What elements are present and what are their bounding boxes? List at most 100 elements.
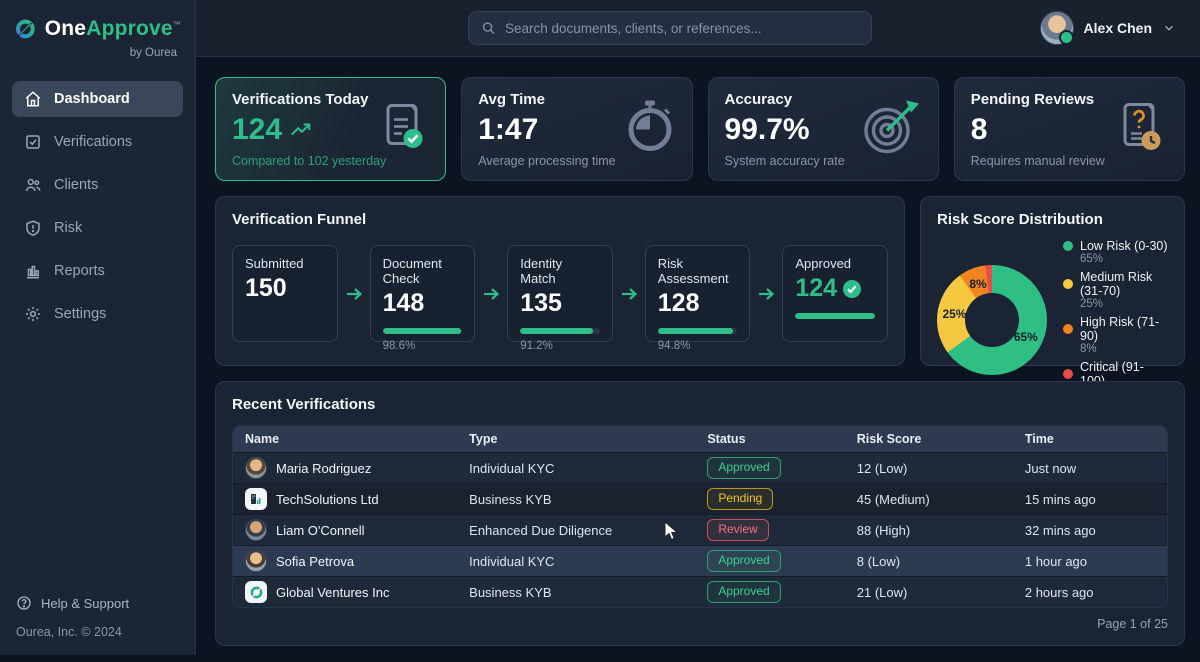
people-icon (24, 176, 42, 194)
sidebar-item-label: Clients (54, 177, 98, 193)
home-icon (24, 90, 42, 108)
progress-bar (383, 328, 463, 334)
stat-value: 8 (971, 113, 988, 147)
status-badge: Pending (707, 488, 773, 510)
sidebar-item-label: Settings (54, 306, 106, 322)
stat-card-avg-time: Avg Time 1:47 Average processing time (461, 77, 692, 181)
sidebar-item-label: Reports (54, 263, 105, 279)
legend-label: High Risk (71-90) (1080, 315, 1168, 343)
verification-funnel-panel: Verification Funnel Submitted 150 Docume… (215, 196, 905, 366)
table-row[interactable]: TechSolutions Ltd Business KYB Pending 4… (233, 484, 1167, 515)
stat-cards-row: Verifications Today 124 Compared to 102 … (215, 77, 1185, 181)
middle-row: Verification Funnel Submitted 150 Docume… (215, 196, 1185, 366)
legend-label: Medium Risk (31-70) (1080, 270, 1168, 298)
sidebar-item-label: Risk (54, 220, 82, 236)
client-name: TechSolutions Ltd (276, 492, 379, 507)
risk-score: 88 (High) (845, 515, 1013, 546)
time-ago: 2 hours ago (1013, 577, 1167, 608)
step-value: 135 (520, 289, 562, 318)
step-value: 128 (658, 289, 700, 318)
column-header-risk-score[interactable]: Risk Score (845, 426, 1013, 453)
arrow-right-icon (757, 286, 775, 302)
risk-score: 45 (Medium) (845, 484, 1013, 515)
gear-icon (24, 305, 42, 323)
status-badge: Approved (707, 550, 780, 572)
sidebar-item-label: Verifications (54, 134, 132, 150)
table-row[interactable]: Liam O'Connell Enhanced Due Diligence Re… (233, 515, 1167, 546)
copyright-text: Ourea, Inc. © 2024 (16, 625, 179, 639)
brand-logo[interactable]: OneApprove™ by Ourea (0, 0, 195, 67)
funnel-step-approved: Approved 124 (782, 245, 888, 342)
sidebar-item-risk[interactable]: Risk (12, 210, 183, 246)
logo-swirl-icon (14, 12, 37, 46)
stat-card-pending-reviews: Pending Reviews 8 Requires manual review (954, 77, 1185, 181)
time-ago: Just now (1013, 453, 1167, 484)
sidebar-item-reports[interactable]: Reports (12, 253, 183, 289)
sidebar-item-clients[interactable]: Clients (12, 167, 183, 203)
bar-chart-icon (24, 262, 42, 280)
verification-type: Business KYB (457, 577, 695, 608)
table-row[interactable]: Global Ventures Inc Business KYB Approve… (233, 577, 1167, 608)
step-percentage: 94.8% (658, 340, 738, 352)
stat-value: 124 (232, 113, 282, 147)
funnel-step-risk-assessment: Risk Assessment 128 94.8% (645, 245, 751, 342)
stat-card-accuracy: Accuracy 99.7% System accuracy rate (708, 77, 939, 181)
help-support-label: Help & Support (41, 596, 129, 611)
client-name: Liam O'Connell (276, 523, 364, 538)
legend-label: Low Risk (0-30) (1080, 239, 1168, 253)
column-header-type[interactable]: Type (457, 426, 695, 453)
time-ago: 15 mins ago (1013, 484, 1167, 515)
global-search[interactable] (468, 11, 872, 45)
main-area: Alex Chen Verifications Today 124 Compar… (196, 0, 1200, 655)
table-header-row: Name Type Status Risk Score Time (233, 426, 1167, 453)
table-title: Recent Verifications (232, 396, 1168, 413)
sidebar: OneApprove™ by Ourea Dashboard Verificat… (0, 0, 196, 655)
column-header-status[interactable]: Status (695, 426, 844, 453)
target-arrow-icon (861, 97, 923, 162)
sidebar-nav: Dashboard Verifications Clients Risk Rep… (0, 81, 195, 332)
funnel-steps: Submitted 150 Document Check 148 98.6% (232, 245, 888, 342)
recent-verifications-panel: Recent Verifications Name Type Status Ri… (215, 381, 1185, 646)
trend-up-icon (290, 122, 312, 138)
status-badge: Review (707, 519, 768, 541)
help-support-link[interactable]: Help & Support (16, 595, 179, 611)
stat-value: 99.7% (725, 113, 810, 147)
arrow-right-icon (620, 286, 638, 302)
step-value: 148 (383, 289, 425, 318)
column-header-name[interactable]: Name (233, 426, 457, 453)
verification-type: Enhanced Due Diligence (457, 515, 695, 546)
question-circle-icon (16, 595, 32, 611)
legend-item: High Risk (71-90) 8% (1063, 315, 1168, 355)
table-row[interactable]: Sofia Petrova Individual KYC Approved 8 … (233, 546, 1167, 577)
step-percentage: 91.2% (520, 340, 600, 352)
brand-byline: by Ourea (14, 47, 181, 59)
step-label: Document Check (383, 256, 463, 286)
table-row[interactable]: Maria Rodriguez Individual KYC Approved … (233, 453, 1167, 484)
pagination-label[interactable]: Page 1 of 25 (232, 617, 1168, 631)
verification-type: Business KYB (457, 484, 695, 515)
sidebar-item-settings[interactable]: Settings (12, 296, 183, 332)
legend-dot (1063, 324, 1073, 334)
step-percentage: 98.6% (383, 340, 463, 352)
document-check-icon (374, 98, 430, 161)
document-question-clock-icon (1111, 97, 1169, 162)
risk-donut-chart: 65%25%8% (937, 265, 1047, 375)
stat-card-verifications-today: Verifications Today 124 Compared to 102 … (215, 77, 446, 181)
donut-slice-label: 25% (942, 307, 966, 321)
chevron-down-icon[interactable] (1162, 21, 1176, 35)
user-menu[interactable]: Alex Chen (1040, 11, 1176, 45)
verification-type: Individual KYC (457, 546, 695, 577)
funnel-step-identity-match: Identity Match 135 91.2% (507, 245, 613, 342)
search-input[interactable] (505, 21, 859, 36)
progress-bar (658, 328, 738, 334)
legend-item: Low Risk (0-30) 65% (1063, 239, 1168, 265)
dashboard-content: Verifications Today 124 Compared to 102 … (196, 57, 1200, 662)
step-value: 150 (245, 274, 287, 303)
user-avatar[interactable] (1040, 11, 1074, 45)
sidebar-item-dashboard[interactable]: Dashboard (12, 81, 183, 117)
avatar (245, 519, 267, 541)
column-header-time[interactable]: Time (1013, 426, 1167, 453)
brand-name: OneApprove™ (45, 17, 181, 41)
arrow-right-icon (482, 286, 500, 302)
sidebar-item-verifications[interactable]: Verifications (12, 124, 183, 160)
